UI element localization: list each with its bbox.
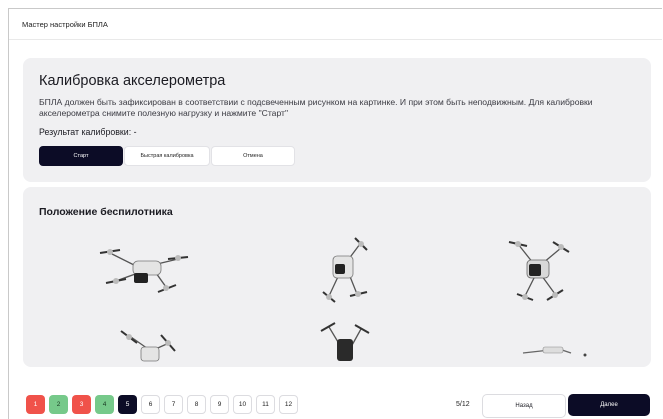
quick-calibration-button[interactable]: Быстрая калибровка bbox=[124, 146, 210, 166]
step-3[interactable]: 3 bbox=[72, 395, 91, 414]
drone-right-side-icon bbox=[320, 322, 370, 361]
calibration-card: Калибровка акселерометра БПЛА должен быт… bbox=[23, 58, 651, 182]
step-12[interactable]: 12 bbox=[279, 395, 298, 414]
step-counter: 5/12 bbox=[456, 401, 470, 408]
step-indicator: 1 2 3 4 5 6 7 8 9 10 11 12 bbox=[26, 395, 298, 414]
cancel-button[interactable]: Отмена bbox=[211, 146, 295, 166]
step-8[interactable]: 8 bbox=[187, 395, 206, 414]
step-1[interactable]: 1 bbox=[26, 395, 45, 414]
step-11[interactable]: 11 bbox=[256, 395, 275, 414]
next-button[interactable]: Далее bbox=[568, 394, 650, 416]
position-card: Положение беспилотника bbox=[23, 187, 651, 367]
calibration-description: БПЛА должен быть зафиксирован в соответс… bbox=[39, 97, 593, 118]
step-9[interactable]: 9 bbox=[210, 395, 229, 414]
drone-nose-down-icon bbox=[322, 237, 368, 303]
step-2[interactable]: 2 bbox=[49, 395, 68, 414]
window-title: Мастер настройки БПЛА bbox=[9, 9, 662, 40]
step-7[interactable]: 7 bbox=[164, 395, 183, 414]
step-10[interactable]: 10 bbox=[233, 395, 252, 414]
step-5[interactable]: 5 bbox=[118, 395, 137, 414]
drone-left-side-icon bbox=[120, 330, 176, 362]
start-button[interactable]: Старт bbox=[39, 146, 123, 166]
wizard-window: Мастер настройки БПЛА Калибровка акселер… bbox=[8, 8, 662, 419]
back-button[interactable]: Назад bbox=[482, 394, 566, 418]
wizard-footer: 1 2 3 4 5 6 7 8 9 10 11 12 5/12 Назад Да… bbox=[9, 383, 662, 419]
drone-upside-down-icon bbox=[522, 346, 587, 357]
step-4[interactable]: 4 bbox=[95, 395, 114, 414]
drone-nose-up-icon bbox=[508, 241, 570, 301]
position-heading: Положение беспилотника bbox=[39, 206, 173, 218]
drone-level-icon bbox=[99, 249, 189, 293]
calibration-result: Результат калибровки: - bbox=[39, 127, 137, 137]
calibration-heading: Калибровка акселерометра bbox=[39, 73, 226, 89]
step-6[interactable]: 6 bbox=[141, 395, 160, 414]
calibration-button-group: Старт Быстрая калибровка Отмена bbox=[39, 146, 295, 166]
